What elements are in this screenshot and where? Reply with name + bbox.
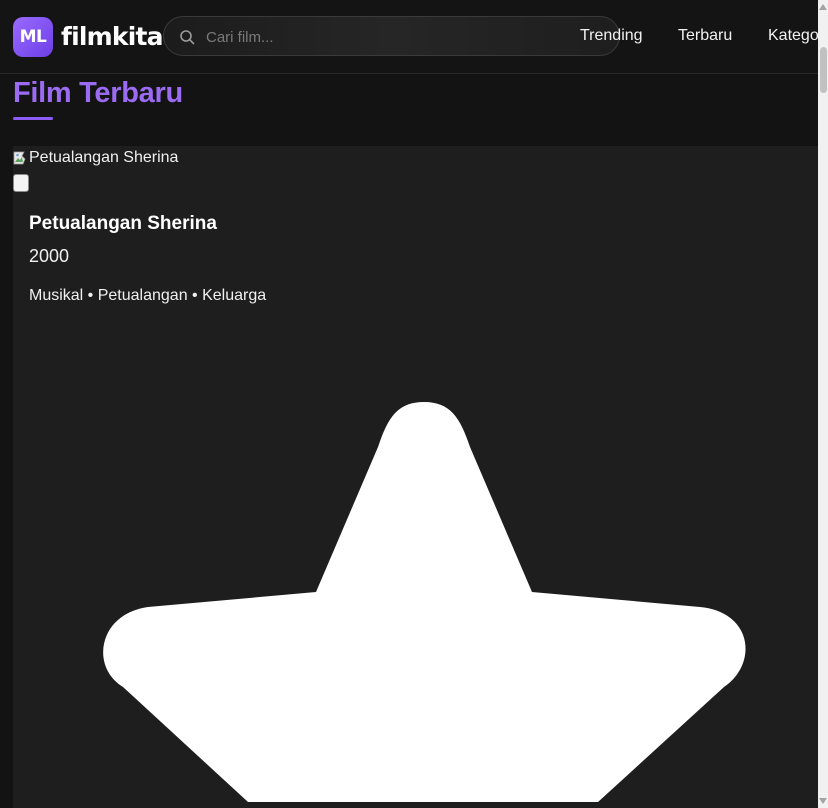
movie-year: 2000 bbox=[29, 246, 70, 266]
movie-genres: Musikal • Petualangan • Keluarga bbox=[29, 287, 267, 304]
scroll-down-arrow-icon[interactable] bbox=[819, 798, 827, 804]
search-icon bbox=[180, 30, 195, 45]
nav-link-trending[interactable]: Trending bbox=[580, 27, 643, 45]
favorite-button[interactable] bbox=[13, 174, 29, 192]
search-bar[interactable] bbox=[163, 16, 620, 56]
nav-link-terbaru[interactable]: Terbaru bbox=[678, 27, 732, 45]
broken-image-icon bbox=[13, 151, 26, 165]
scrollbar[interactable] bbox=[818, 0, 828, 808]
scroll-thumb[interactable] bbox=[820, 47, 827, 93]
logo-text[interactable]: filmkita bbox=[61, 22, 163, 51]
movie-poster[interactable]: Petualangan Sherina bbox=[13, 149, 178, 167]
scroll-up-arrow-icon[interactable] bbox=[819, 4, 827, 10]
poster-alt-text: Petualangan Sherina bbox=[29, 149, 179, 166]
top-navbar: ML filmkita Trending Terbaru Kategori bbox=[0, 0, 828, 74]
page-title: Film Terbaru bbox=[13, 77, 183, 109]
search-input[interactable] bbox=[204, 26, 588, 48]
star-icon bbox=[103, 402, 746, 802]
logo-badge[interactable]: ML bbox=[13, 17, 53, 57]
title-underline bbox=[13, 117, 53, 120]
movie-title[interactable]: Petualangan Sherina bbox=[29, 213, 217, 235]
movie-card[interactable]: Petualangan Sherina Petualangan Sherina … bbox=[13, 146, 818, 808]
